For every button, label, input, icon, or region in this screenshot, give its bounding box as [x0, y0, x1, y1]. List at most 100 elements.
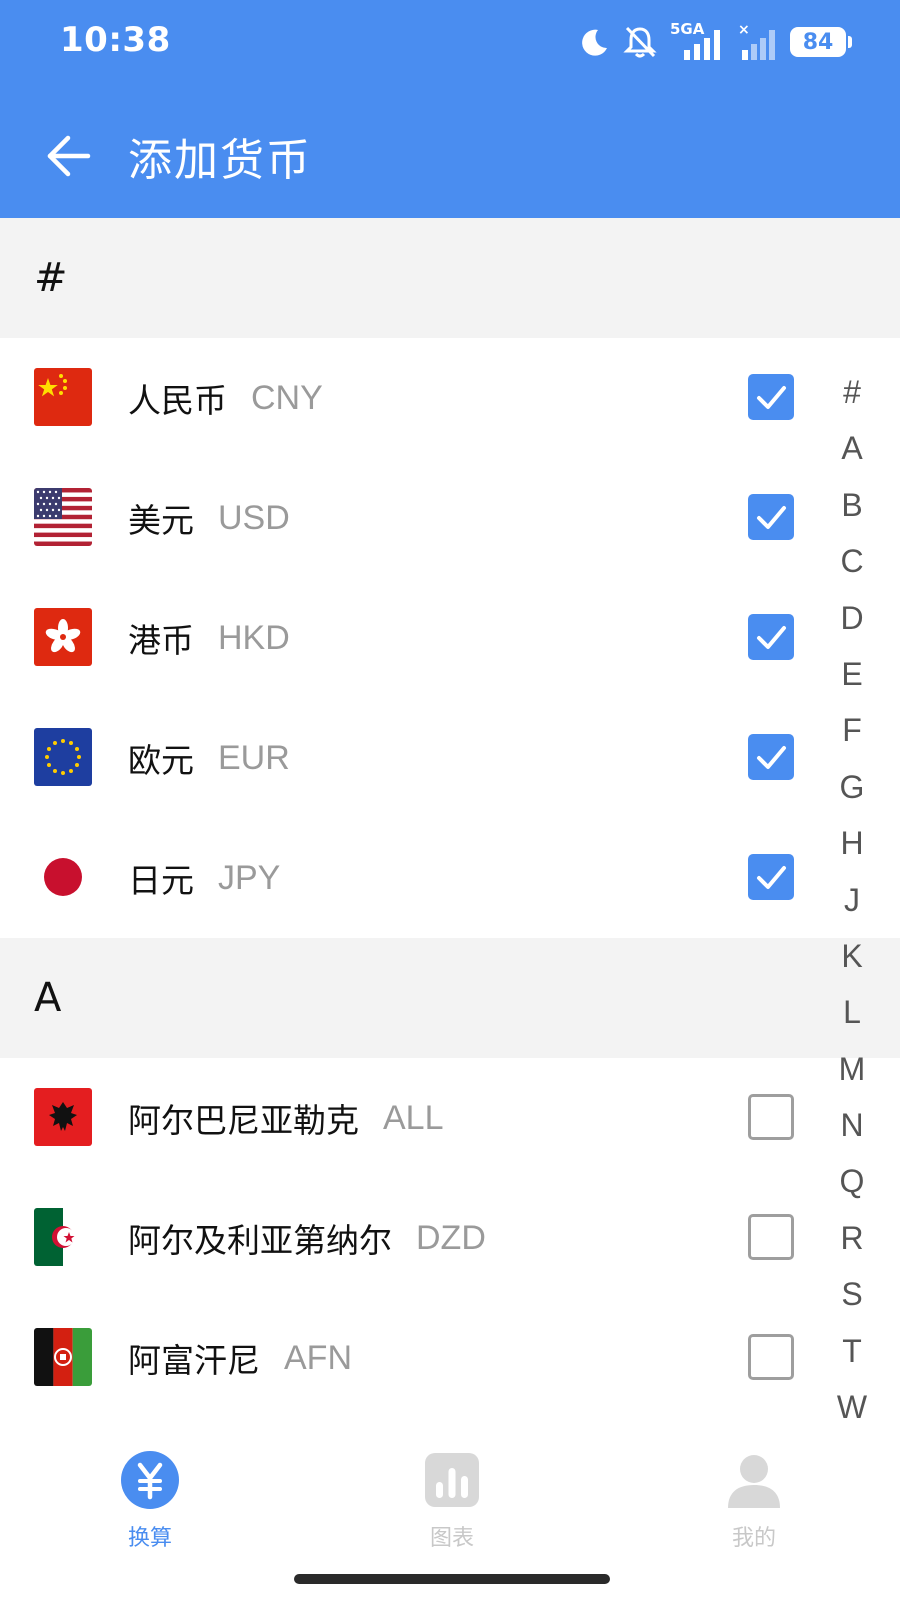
currency-name: 港币 — [128, 621, 194, 660]
check-icon — [757, 386, 786, 409]
index-letter[interactable]: N — [840, 1097, 863, 1153]
currency-checkbox[interactable] — [748, 1214, 794, 1260]
currency-label: 阿富汗尼 AFN — [128, 1298, 352, 1418]
index-letter[interactable]: L — [843, 984, 861, 1040]
currency-code: HKD — [218, 618, 290, 657]
check-icon — [757, 866, 786, 889]
svg-text:×: × — [738, 22, 750, 38]
currency-checkbox[interactable] — [748, 1094, 794, 1140]
currency-list[interactable]: # 人民币 CNY 美元 USD 港币 HKD 欧元 EUR 日元 JPY A … — [0, 218, 900, 1438]
currency-label: 阿尔及利亚第纳尔 DZD — [128, 1178, 486, 1298]
index-letter[interactable]: E — [841, 646, 862, 702]
japan-flag-icon — [34, 848, 92, 906]
currency-code: USD — [218, 498, 290, 537]
eu-flag-icon — [34, 728, 92, 786]
index-letter[interactable]: T — [842, 1323, 862, 1379]
algeria-flag-icon — [34, 1208, 92, 1266]
index-letter[interactable]: R — [840, 1210, 863, 1266]
check-icon — [757, 506, 786, 529]
signal-bars-weak-icon: × — [738, 22, 775, 60]
nav-label: 图表 — [429, 1526, 474, 1551]
index-letter[interactable]: G — [840, 759, 865, 815]
currency-row-hkd[interactable]: 港币 HKD — [0, 578, 900, 698]
index-letter[interactable]: # — [843, 364, 861, 420]
nav-tab-charts[interactable]: 图表 — [392, 1450, 512, 1560]
bar-chart-icon — [425, 1453, 479, 1507]
currency-row-usd[interactable]: 美元 USD — [0, 458, 900, 578]
currency-label: 美元 USD — [128, 458, 290, 578]
currency-code: DZD — [416, 1218, 486, 1257]
nav-tab-profile[interactable]: 我的 — [694, 1450, 814, 1560]
currency-code: EUR — [218, 738, 290, 777]
currency-label: 人民币 CNY — [128, 338, 323, 458]
currency-label: 日元 JPY — [128, 818, 280, 938]
index-letter[interactable]: B — [841, 477, 862, 533]
index-letter[interactable]: C — [840, 533, 863, 589]
currency-code: AFN — [284, 1338, 352, 1377]
china-flag-icon — [34, 368, 92, 426]
currency-name: 阿富汗尼 — [128, 1341, 260, 1380]
network-5ga-signal: 5GA — [670, 20, 726, 62]
currency-code: JPY — [218, 858, 281, 897]
currency-code: CNY — [251, 378, 323, 417]
currency-name: 阿尔巴尼亚勒克 — [128, 1101, 359, 1140]
alphabet-index[interactable]: # A B C D E F G H J K L M N Q R S T W — [830, 364, 874, 1435]
currency-row-afn[interactable]: 阿富汗尼 AFN — [0, 1298, 900, 1418]
currency-checkbox[interactable] — [748, 374, 794, 420]
index-letter[interactable]: J — [844, 872, 860, 928]
yen-circle-icon — [121, 1451, 179, 1509]
currency-checkbox[interactable] — [748, 854, 794, 900]
currency-checkbox[interactable] — [748, 1334, 794, 1380]
section-header: # — [0, 218, 900, 338]
currency-row-cny[interactable]: 人民币 CNY — [0, 338, 900, 458]
usa-flag-icon — [34, 488, 92, 546]
check-icon — [757, 746, 786, 769]
currency-row-eur[interactable]: 欧元 EUR — [0, 698, 900, 818]
currency-code: ALL — [383, 1098, 444, 1137]
check-icon — [757, 626, 786, 649]
status-icons: 5GA × 84 — [578, 20, 852, 62]
signal-bars-icon — [684, 30, 720, 60]
currency-name: 阿尔及利亚第纳尔 — [128, 1221, 392, 1260]
status-bar: 10:38 5GA × 84 — [0, 0, 900, 84]
currency-checkbox[interactable] — [748, 614, 794, 660]
index-letter[interactable]: Q — [840, 1153, 865, 1209]
index-letter[interactable]: S — [841, 1266, 862, 1322]
nav-label: 换算 — [127, 1526, 172, 1551]
currency-checkbox[interactable] — [748, 734, 794, 780]
back-arrow-icon[interactable] — [44, 132, 94, 180]
app-bar: 10:38 5GA × 84 添加货币 — [0, 0, 900, 218]
index-letter[interactable]: F — [842, 702, 862, 758]
currency-label: 港币 HKD — [128, 578, 290, 698]
nav-label: 我的 — [731, 1526, 776, 1551]
bell-off-icon — [623, 26, 657, 58]
status-time: 10:38 — [60, 20, 171, 60]
index-letter[interactable]: A — [841, 420, 862, 476]
hong-kong-flag-icon — [34, 608, 92, 666]
person-icon — [728, 1455, 780, 1508]
currency-checkbox[interactable] — [748, 494, 794, 540]
moon-icon — [582, 29, 607, 56]
currency-label: 阿尔巴尼亚勒克 ALL — [128, 1058, 444, 1178]
index-letter[interactable]: D — [840, 590, 863, 646]
currency-row-dzd[interactable]: 阿尔及利亚第纳尔 DZD — [0, 1178, 900, 1298]
index-letter[interactable]: H — [840, 815, 863, 871]
section-header: A — [0, 938, 900, 1058]
afghanistan-flag-icon — [34, 1328, 92, 1386]
albania-flag-icon — [34, 1088, 92, 1146]
page-title: 添加货币 — [128, 135, 312, 186]
currency-name: 美元 — [128, 501, 194, 540]
home-indicator[interactable] — [294, 1574, 610, 1584]
currency-name: 人民币 — [128, 381, 227, 420]
index-letter[interactable]: K — [841, 928, 862, 984]
battery-indicator: 84 — [790, 27, 852, 57]
toolbar: 添加货币 — [0, 110, 900, 200]
currency-row-all[interactable]: 阿尔巴尼亚勒克 ALL — [0, 1058, 900, 1178]
currency-name: 日元 — [128, 861, 194, 900]
currency-label: 欧元 EUR — [128, 698, 290, 818]
nav-tab-convert[interactable]: 换算 — [90, 1450, 210, 1560]
index-letter[interactable]: W — [837, 1379, 867, 1435]
currency-row-jpy[interactable]: 日元 JPY — [0, 818, 900, 938]
currency-name: 欧元 — [128, 741, 194, 780]
index-letter[interactable]: M — [839, 1041, 866, 1097]
